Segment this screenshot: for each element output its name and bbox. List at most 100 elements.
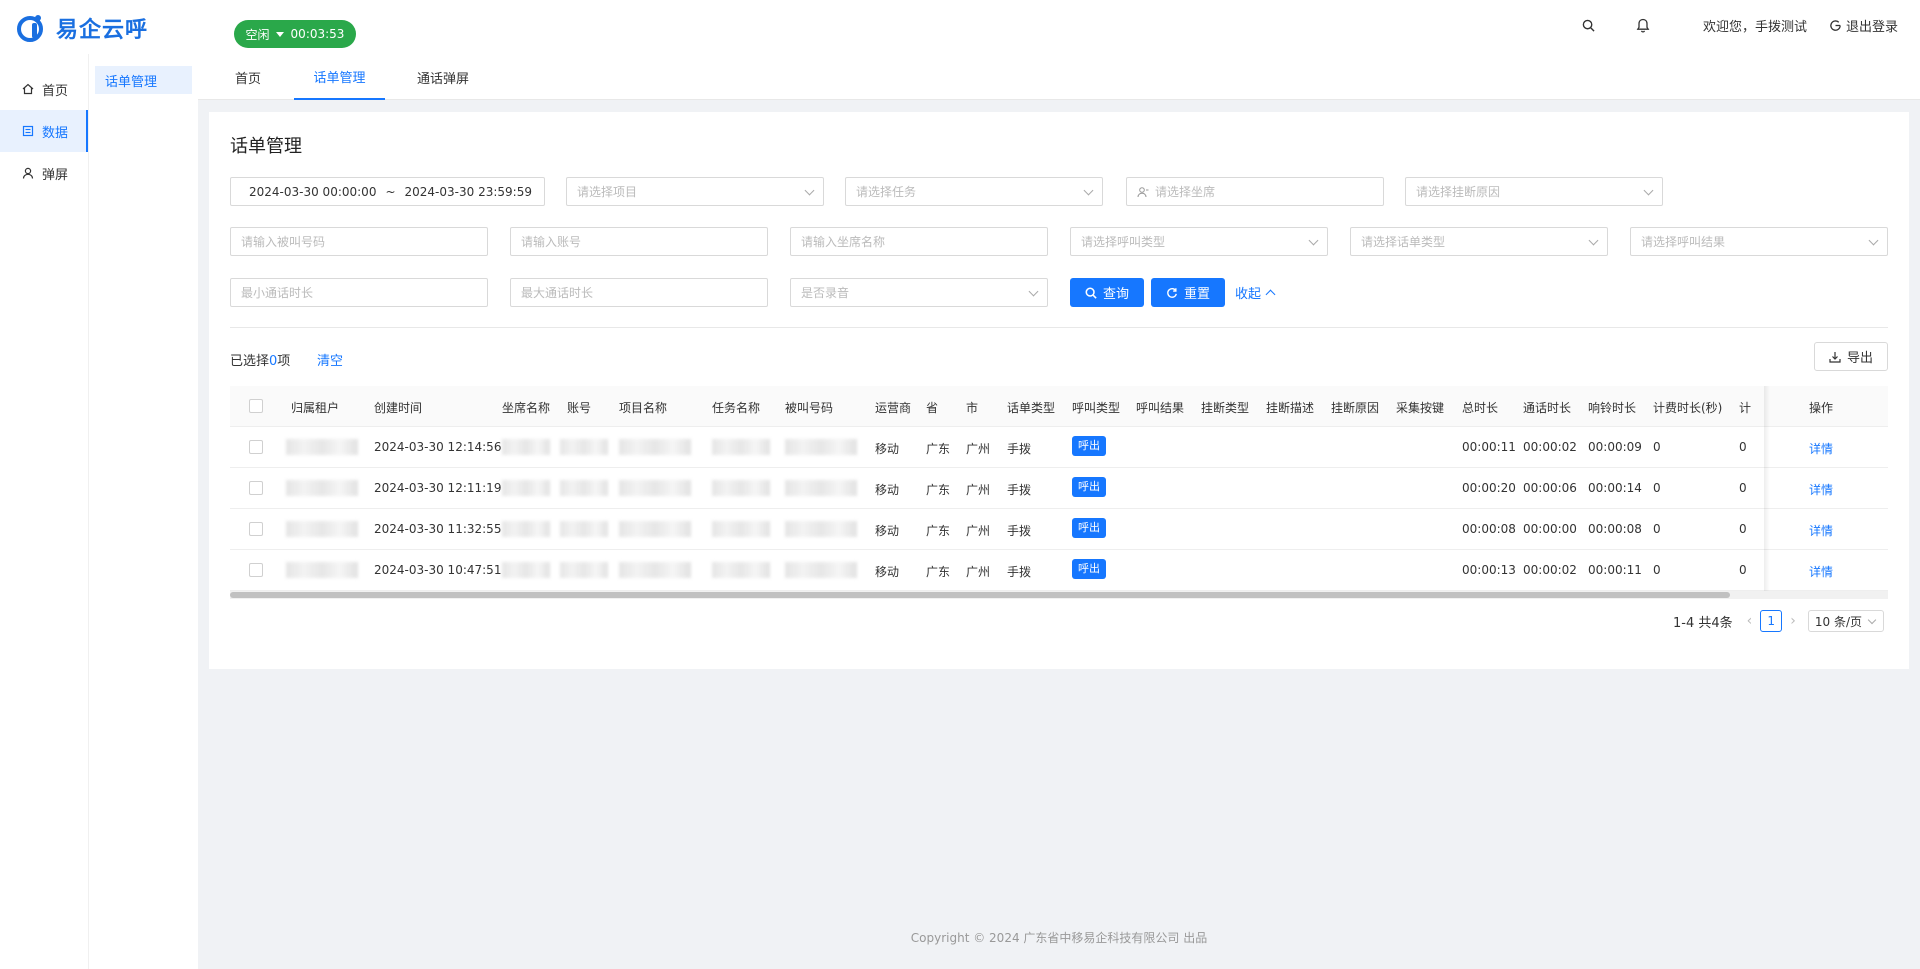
cell-total-duration: 00:00:13 bbox=[1462, 563, 1516, 577]
tab-call-popup[interactable]: 通话弹屏 bbox=[403, 54, 483, 100]
redacted-cell bbox=[785, 439, 857, 455]
select-all-checkbox[interactable] bbox=[249, 399, 263, 413]
col-total-duration[interactable]: 总时长 bbox=[1462, 399, 1498, 416]
app-logo[interactable]: 易企云呼 bbox=[16, 12, 148, 44]
agent-select[interactable]: 请选择坐席 bbox=[1126, 177, 1384, 206]
col-task-name[interactable]: 任务名称 bbox=[712, 399, 760, 416]
task-select[interactable]: 请选择任务 bbox=[845, 177, 1103, 206]
table-row[interactable]: 2024-03-30 12:14:56 移动 广东 广州 手拨 00:00:11 00:00… bbox=[230, 427, 1888, 468]
col-callee[interactable]: 被叫号码 bbox=[785, 399, 833, 416]
col-project-name[interactable]: 项目名称 bbox=[619, 399, 667, 416]
call-type-select[interactable]: 请选择呼叫类型 bbox=[1070, 227, 1328, 256]
scrollbar-thumb[interactable] bbox=[230, 592, 1730, 598]
search-icon[interactable] bbox=[1581, 18, 1597, 34]
cell-carrier: 移动 bbox=[875, 442, 900, 456]
sidebar-item-popup[interactable]: 弹屏 bbox=[0, 152, 88, 194]
tab-home[interactable]: 首页 bbox=[216, 54, 280, 100]
page-number[interactable]: 1 bbox=[1760, 610, 1783, 632]
detail-link[interactable]: 详情 bbox=[1809, 481, 1833, 498]
reset-button[interactable]: 重置 bbox=[1151, 278, 1225, 307]
cell-city: 广州 bbox=[966, 442, 991, 456]
date-range-picker[interactable]: 2024-03-30 00:00:00 ~ 2024-03-30 23:59:5… bbox=[230, 177, 545, 206]
col-billing-duration[interactable]: 计费时长(秒) bbox=[1653, 399, 1722, 416]
col-talk-duration[interactable]: 通话时长 bbox=[1523, 399, 1571, 416]
col-agent-name[interactable]: 坐席名称 bbox=[502, 399, 550, 416]
redacted-cell bbox=[712, 521, 770, 537]
row-checkbox[interactable] bbox=[249, 440, 263, 454]
redacted-cell bbox=[619, 439, 691, 455]
call-type-badge: 呼出 bbox=[1072, 436, 1106, 456]
table-horizontal-scrollbar[interactable] bbox=[230, 591, 1888, 599]
account-input[interactable]: 请输入账号 bbox=[510, 227, 768, 256]
chevron-down-icon bbox=[1643, 185, 1654, 196]
table-row[interactable]: 2024-03-30 12:11:19 移动 广东 广州 手拨 00:00:20 00:00… bbox=[230, 468, 1888, 509]
collapse-label: 收起 bbox=[1235, 287, 1262, 302]
col-collected-keys[interactable]: 采集按键 bbox=[1396, 399, 1444, 416]
sidebar-item-label: 首页 bbox=[42, 83, 69, 99]
call-type-badge: 呼出 bbox=[1072, 559, 1106, 579]
collapse-filters-link[interactable]: 收起 bbox=[1235, 283, 1276, 302]
row-checkbox[interactable] bbox=[249, 481, 263, 495]
logout-button[interactable]: 退出登录 bbox=[1829, 16, 1898, 35]
col-carrier[interactable]: 运营商 bbox=[875, 399, 911, 416]
chevron-down-icon bbox=[804, 185, 815, 196]
detail-link[interactable]: 详情 bbox=[1809, 563, 1833, 580]
chevron-down-icon bbox=[1867, 615, 1877, 625]
col-province[interactable]: 省 bbox=[926, 399, 938, 416]
row-checkbox[interactable] bbox=[249, 522, 263, 536]
query-button[interactable]: 查询 bbox=[1070, 278, 1144, 307]
col-bill-type[interactable]: 话单类型 bbox=[1007, 399, 1055, 416]
next-page-icon[interactable]: › bbox=[1790, 613, 1796, 629]
cell-ring-duration: 00:00:08 bbox=[1588, 522, 1642, 536]
tab-bill-management[interactable]: 话单管理 bbox=[294, 54, 385, 100]
col-hangup-type[interactable]: 挂断类型 bbox=[1201, 399, 1249, 416]
callee-number-input[interactable]: 请输入被叫号码 bbox=[230, 227, 488, 256]
redacted-cell bbox=[502, 480, 550, 496]
table-row[interactable]: 2024-03-30 11:32:55 移动 广东 广州 手拨 00:00:08 00:00… bbox=[230, 509, 1888, 550]
col-call-type[interactable]: 呼叫类型 bbox=[1072, 399, 1120, 416]
export-button[interactable]: 导出 bbox=[1814, 342, 1888, 371]
agent-name-input[interactable]: 请输入坐席名称 bbox=[790, 227, 1048, 256]
sidebar-item-data[interactable]: 数据 bbox=[0, 110, 88, 152]
sidebar-item-home[interactable]: 首页 bbox=[0, 68, 88, 110]
cell-city: 广州 bbox=[966, 565, 991, 579]
redacted-cell bbox=[785, 480, 857, 496]
min-duration-placeholder: 最小通话时长 bbox=[241, 286, 314, 300]
col-ring-duration[interactable]: 响铃时长 bbox=[1588, 399, 1636, 416]
redacted-cell bbox=[286, 521, 358, 537]
cell-billing-duration: 0 bbox=[1653, 563, 1661, 577]
clear-selection-link[interactable]: 清空 bbox=[317, 350, 343, 369]
col-hangup-reason[interactable]: 挂断原因 bbox=[1331, 399, 1379, 416]
call-result-select[interactable]: 请选择呼叫结果 bbox=[1630, 227, 1888, 256]
col-city[interactable]: 市 bbox=[966, 399, 978, 416]
list-icon bbox=[22, 125, 34, 137]
bell-icon[interactable] bbox=[1635, 18, 1651, 34]
detail-link[interactable]: 详情 bbox=[1809, 522, 1833, 539]
prev-page-icon[interactable]: ‹ bbox=[1747, 613, 1753, 629]
col-account[interactable]: 账号 bbox=[567, 399, 591, 416]
cell-billing-duration: 0 bbox=[1653, 440, 1661, 454]
bill-type-select[interactable]: 请选择话单类型 bbox=[1350, 227, 1608, 256]
col-hangup-desc[interactable]: 挂断描述 bbox=[1266, 399, 1314, 416]
call-result-placeholder: 请选择呼叫结果 bbox=[1641, 235, 1726, 249]
col-call-result[interactable]: 呼叫结果 bbox=[1136, 399, 1184, 416]
filter-divider bbox=[230, 327, 1888, 328]
cell-truncated: 0 bbox=[1739, 440, 1747, 454]
recorded-select[interactable]: 是否录音 bbox=[790, 278, 1048, 307]
date-end: 2024-03-30 23:59:59 bbox=[404, 184, 532, 199]
hangup-reason-select[interactable]: 请选择挂断原因 bbox=[1405, 177, 1663, 206]
sub-sidebar-item-bill-management[interactable]: 话单管理 bbox=[95, 66, 192, 94]
col-truncated[interactable]: 计 bbox=[1739, 399, 1751, 416]
project-select[interactable]: 请选择项目 bbox=[566, 177, 824, 206]
col-tenant[interactable]: 归属租户 bbox=[291, 399, 339, 416]
table-row[interactable]: 2024-03-30 10:47:51 移动 广东 广州 手拨 00:00:13 00:00… bbox=[230, 550, 1888, 591]
page-size-select[interactable]: 10 条/页 bbox=[1807, 610, 1884, 632]
pagination: 1-4 共4条 ‹ 1 › 10 条/页 bbox=[1673, 610, 1884, 632]
chevron-down-icon bbox=[1308, 235, 1319, 246]
detail-link[interactable]: 详情 bbox=[1809, 440, 1833, 457]
max-duration-input[interactable]: 最大通话时长 bbox=[510, 278, 768, 307]
row-checkbox[interactable] bbox=[249, 563, 263, 577]
agent-status-toggle[interactable]: 空闲 00:03:53 bbox=[234, 20, 356, 48]
col-created-time[interactable]: 创建时间 bbox=[374, 399, 422, 416]
min-duration-input[interactable]: 最小通话时长 bbox=[230, 278, 488, 307]
